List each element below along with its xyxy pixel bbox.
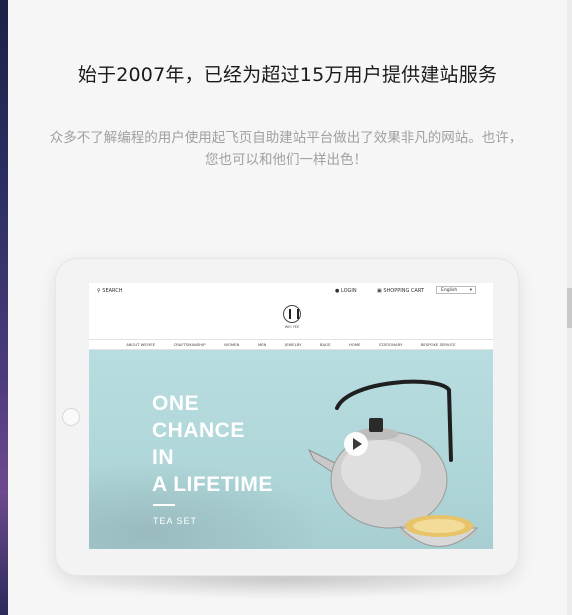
teapot-illustration: [307, 379, 479, 547]
preview-nav-item: JEWELRY: [284, 342, 302, 347]
hero-subtitle: TEA SET: [153, 516, 198, 526]
section-headline: 始于2007年，已经为超过15万用户提供建站服务: [77, 64, 498, 86]
preview-cart-label: SHOPPING CART: [383, 288, 424, 294]
hero-divider: [153, 504, 175, 506]
hero-title: ONE CHANCE IN A LIFETIME: [152, 390, 273, 498]
preview-cart: ▣ SHOPPING CART: [377, 288, 424, 294]
background-artwork-edge: [0, 0, 8, 615]
preview-login-label: LOGIN: [340, 288, 357, 294]
preview-nav-item: WOMEN: [224, 342, 240, 347]
tablet-home-button: [62, 408, 80, 426]
preview-nav-item: BAGS: [319, 342, 331, 347]
website-preview-screen: ⚲ SEARCH ● LOGIN ▣ SHOPPING CART English…: [89, 283, 493, 549]
scrollbar-thumb[interactable]: [567, 288, 572, 328]
chevron-down-icon: ▾: [469, 288, 472, 293]
section-subtext: 众多不了解编程的用户使用起飞页自助建站平台做出了效果非凡的网站。也许， 您也可以…: [20, 127, 552, 171]
preview-brand-logo: [283, 305, 301, 323]
cart-icon: ▣: [377, 288, 382, 294]
hero-title-line: CHANCE: [152, 419, 245, 442]
preview-hero-banner: ONE CHANCE IN A LIFETIME TEA SET: [89, 350, 493, 549]
preview-nav-item: HOME: [348, 342, 361, 347]
preview-language-value: English: [441, 288, 458, 293]
preview-nav-item: STATIONARY: [378, 342, 403, 347]
preview-logo-caption: WEI YEE: [284, 325, 300, 329]
hero-title-line: IN: [152, 446, 174, 469]
preview-language-select: English ▾: [436, 286, 476, 294]
subtext-line-2: 您也可以和他们一样出色！: [205, 152, 367, 168]
preview-topbar: ⚲ SEARCH ● LOGIN ▣ SHOPPING CART English…: [89, 283, 493, 301]
play-icon: [344, 432, 368, 456]
hero-title-line: ONE: [152, 392, 200, 415]
scrollbar[interactable]: [567, 0, 572, 615]
search-icon: ⚲: [97, 288, 101, 294]
hero-title-line: A LIFETIME: [152, 473, 273, 496]
preview-nav-item: BESPOKE SERVICE: [420, 342, 456, 347]
preview-nav-item: MEN: [257, 342, 267, 347]
preview-login: ● LOGIN: [335, 288, 357, 294]
user-icon: ●: [335, 288, 340, 294]
preview-nav-item: CRAFTSMANSHIP: [173, 342, 206, 347]
preview-search-label: SEARCH: [102, 288, 123, 294]
preview-search: ⚲ SEARCH: [97, 288, 123, 294]
subtext-line-1: 众多不了解编程的用户使用起飞页自助建站平台做出了效果非凡的网站。也许，: [49, 130, 523, 146]
preview-nav-item: ABOUT WEIYEE: [126, 342, 156, 347]
preview-nav: ABOUT WEIYEE CRAFTSMANSHIP WOMEN MEN JEW…: [89, 339, 493, 350]
